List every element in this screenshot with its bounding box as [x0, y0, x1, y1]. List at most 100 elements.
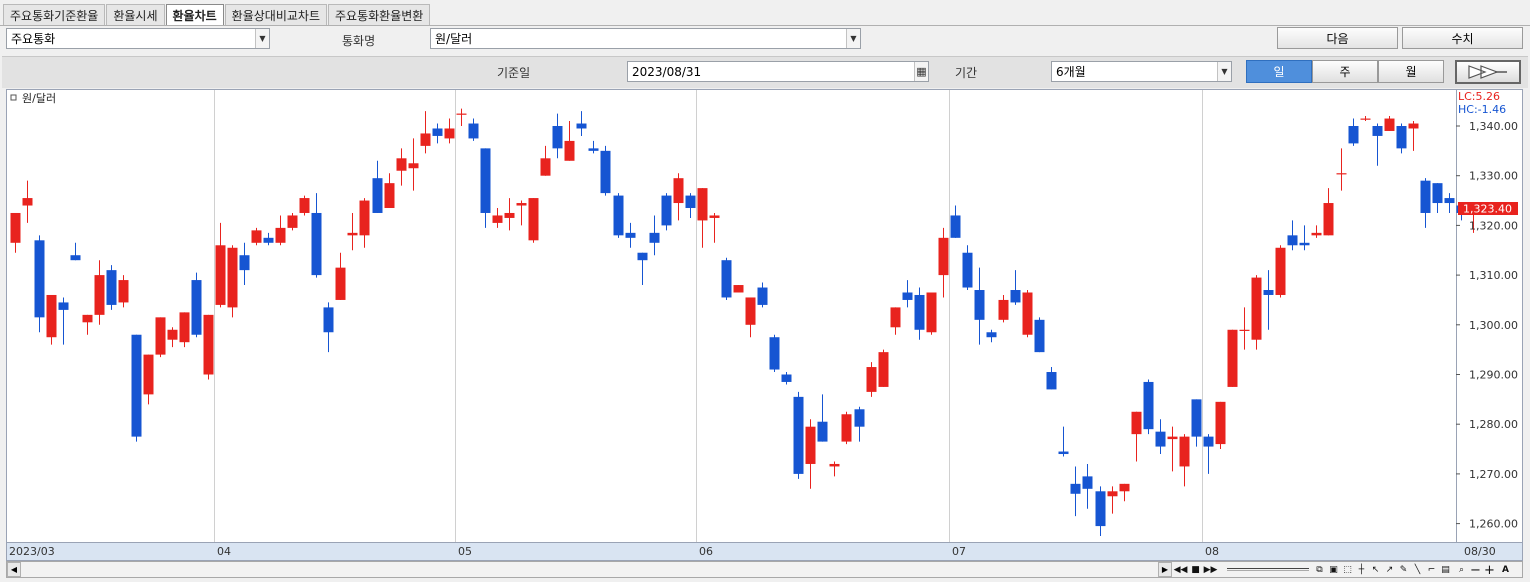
candle-body: [480, 148, 491, 213]
candle-body: [709, 215, 720, 218]
candle-body: [22, 198, 33, 206]
zoom-slider-track[interactable]: [1227, 568, 1309, 571]
base-date-value: 2023/08/31: [632, 64, 702, 79]
candle-body: [1251, 277, 1262, 340]
forward-arrow-graphic: [1468, 65, 1507, 79]
scroll-left-icon[interactable]: ◀: [7, 562, 21, 577]
zoom-out-button[interactable]: −: [1469, 563, 1482, 578]
period-unit-day[interactable]: 일: [1246, 60, 1312, 83]
lc-label: LC:5.26: [1458, 90, 1500, 103]
period-select[interactable]: 6개월 ▼: [1051, 61, 1232, 82]
tab-currency-converter[interactable]: 주요통화환율변환: [328, 4, 431, 25]
candle-body: [1107, 491, 1118, 497]
candle-body: [323, 307, 334, 333]
currency-name-label: 통화명: [342, 34, 376, 48]
candle-body: [854, 409, 865, 427]
trend-icon[interactable]: ↖: [1369, 563, 1382, 577]
line-icon[interactable]: ╲: [1411, 563, 1424, 577]
candle-body: [661, 195, 672, 226]
candle-body: [131, 334, 142, 437]
candle-body: [408, 163, 419, 169]
zoom-in-button[interactable]: +: [1483, 563, 1496, 578]
base-date-input[interactable]: 2023/08/31 ▦: [627, 61, 929, 82]
crosshair-icon[interactable]: ┼: [1355, 563, 1368, 577]
candle-body: [1444, 198, 1455, 204]
candle-body: [1179, 436, 1190, 467]
next-button[interactable]: 다음: [1277, 27, 1398, 49]
candle-body: [46, 294, 57, 338]
candle-body: [986, 332, 997, 338]
stop-icon[interactable]: ■: [1189, 563, 1202, 577]
period-value: 6개월: [1056, 65, 1086, 79]
candle-body: [516, 203, 527, 206]
tab-divider: [0, 25, 1530, 26]
zoom-area-icon[interactable]: ⬚: [1341, 563, 1354, 577]
x-tick-label: 05: [458, 545, 472, 558]
period-unit-week[interactable]: 주: [1312, 60, 1378, 83]
currency-group-value: 주요통화: [11, 32, 56, 46]
candle-body: [251, 230, 262, 243]
candle-body: [841, 414, 852, 442]
tab-relative-comparison-chart[interactable]: 환율상대비교차트: [224, 4, 327, 25]
candle-body: [829, 463, 840, 467]
tab-exchange-chart[interactable]: 환율차트: [165, 4, 224, 26]
currency-name-select[interactable]: 원/달러 ▼: [430, 28, 861, 49]
candle-body: [769, 337, 780, 370]
chevron-down-icon[interactable]: ▼: [255, 29, 269, 48]
tab-major-currency-base-rate[interactable]: 주요통화기준환율: [3, 4, 106, 25]
chevron-down-icon[interactable]: ▼: [846, 29, 860, 48]
candle-body: [1360, 118, 1371, 120]
cursor-icon[interactable]: ↗: [1383, 563, 1396, 577]
copy-icon[interactable]: ⧉: [1313, 563, 1326, 577]
candlestick-chart-area[interactable]: 1,260.00 1,270.00 1,280.00 1,290.00 1,300.00…: [6, 89, 1523, 561]
values-button[interactable]: 수치: [1402, 27, 1523, 49]
candle-body: [1070, 483, 1081, 494]
candle-body: [311, 212, 322, 276]
candle-body: [359, 200, 370, 236]
candle-body: [890, 307, 901, 328]
tab-exchange-quotes[interactable]: 환율시세: [106, 4, 165, 25]
scroll-right-icon[interactable]: ▶: [1158, 562, 1172, 577]
period-unit-month[interactable]: 월: [1378, 60, 1444, 83]
y-tick-label: 1,340.00: [1469, 120, 1518, 133]
step-forward-icon[interactable]: ▶▶: [1204, 563, 1218, 577]
candle-body: [203, 314, 214, 375]
candle-body: [420, 133, 431, 146]
candle-body: [733, 285, 744, 293]
auto-scale-button[interactable]: A: [1499, 563, 1512, 577]
magnifier-icon[interactable]: ⌕: [1455, 563, 1468, 577]
candle-body: [745, 297, 756, 325]
double-chevron-right-icon[interactable]: [1455, 60, 1521, 84]
currency-group-select[interactable]: 주요통화 ▼: [6, 28, 270, 49]
candle-body: [938, 237, 949, 276]
text-icon[interactable]: ⌐: [1425, 563, 1438, 577]
x-tick-label: 08/30: [1464, 545, 1496, 558]
chart-scrollbar[interactable]: ◀ ▶ ◀◀ ■ ▶▶ ⧉ ▣ ⬚ ┼ ↖ ↗ ✎ ╲ ⌐ ▤ ⌕ − + A: [6, 561, 1523, 578]
candle-body: [697, 188, 708, 221]
candle-body: [540, 158, 551, 176]
candle-body: [1215, 401, 1226, 445]
calendar-icon[interactable]: ▦: [914, 62, 928, 81]
print-icon[interactable]: ▤: [1439, 563, 1452, 577]
candle-body: [793, 396, 804, 474]
chevron-down-icon[interactable]: ▼: [1217, 62, 1231, 81]
chart-icon[interactable]: ▣: [1327, 563, 1340, 577]
candle-body: [1348, 126, 1359, 144]
x-tick-label: 06: [699, 545, 713, 558]
candle-body: [1336, 173, 1347, 175]
candle-body: [974, 290, 985, 320]
candle-body: [1299, 242, 1310, 246]
candle-body: [444, 128, 455, 139]
candle-body: [564, 140, 575, 161]
candle-body: [1432, 183, 1443, 204]
candle-body: [1167, 436, 1178, 440]
step-back-icon[interactable]: ◀◀: [1174, 563, 1188, 577]
candle-body: [637, 252, 648, 261]
draw-icon[interactable]: ✎: [1397, 563, 1410, 577]
candle-body: [1420, 180, 1431, 213]
candle-body: [155, 317, 166, 355]
candle-body: [456, 113, 467, 115]
candle-body: [902, 292, 913, 300]
candle-body: [1131, 411, 1142, 435]
candle-body: [1311, 232, 1322, 236]
